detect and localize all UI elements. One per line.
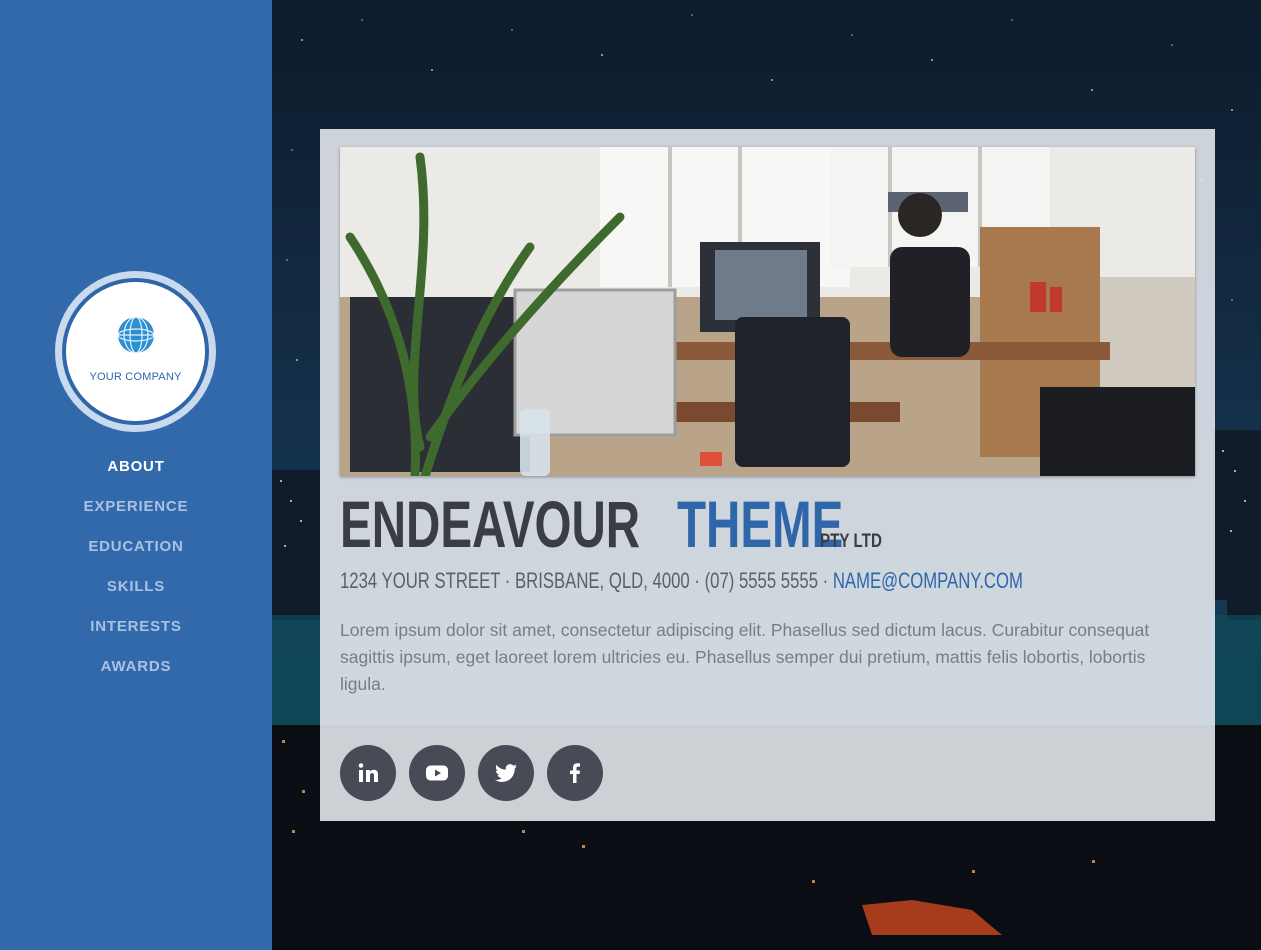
social-icons: [340, 745, 611, 805]
twitter-button[interactable]: [478, 745, 535, 801]
page-title: ENDEAVOUR THEMEPTY LTD: [340, 486, 897, 562]
linkedin-icon: [358, 763, 378, 782]
title-second-word: THEME: [676, 487, 844, 561]
title-first-word: ENDEAVOUR: [340, 487, 641, 561]
linkedin-button[interactable]: [340, 745, 396, 801]
twitter-icon: [495, 764, 518, 782]
address-text: 1234 YOUR STREET · BRISBANE, QLD, 4000 ·…: [340, 568, 829, 593]
about-panel: ENDEAVOUR THEMEPTY LTD 1234 YOUR STREET ·…: [320, 129, 1215, 821]
company-logo[interactable]: YOUR COMPANY: [55, 271, 216, 432]
nav-item-education[interactable]: EDUCATION: [0, 535, 272, 575]
sidebar: YOUR COMPANY ABOUT EXPERIENCE EDUCATION …: [0, 0, 272, 950]
intro-paragraph: Lorem ipsum dolor sit amet, consectetur …: [340, 620, 1150, 694]
globe-logo-icon: [117, 316, 155, 354]
logo-text: YOUR COMPANY: [89, 371, 182, 383]
nav-item-experience[interactable]: EXPERIENCE: [0, 495, 272, 535]
sidebar-nav: ABOUT EXPERIENCE EDUCATION SKILLS INTERE…: [0, 455, 272, 695]
youtube-icon: [426, 765, 449, 781]
youtube-button[interactable]: [409, 745, 466, 801]
nav-item-interests[interactable]: INTERESTS: [0, 615, 272, 655]
nav-item-awards[interactable]: AWARDS: [0, 655, 272, 695]
facebook-icon: [570, 763, 581, 783]
contact-line: 1234 YOUR STREET · BRISBANE, QLD, 4000 ·…: [340, 568, 1023, 594]
nav-item-about[interactable]: ABOUT: [0, 455, 272, 495]
facebook-button[interactable]: [547, 745, 604, 801]
office-photo: [340, 147, 1195, 476]
nav-item-skills[interactable]: SKILLS: [0, 575, 272, 615]
title-suffix: PTY LTD: [819, 531, 882, 552]
email-link[interactable]: NAME@COMPANY.COM: [833, 568, 1023, 593]
